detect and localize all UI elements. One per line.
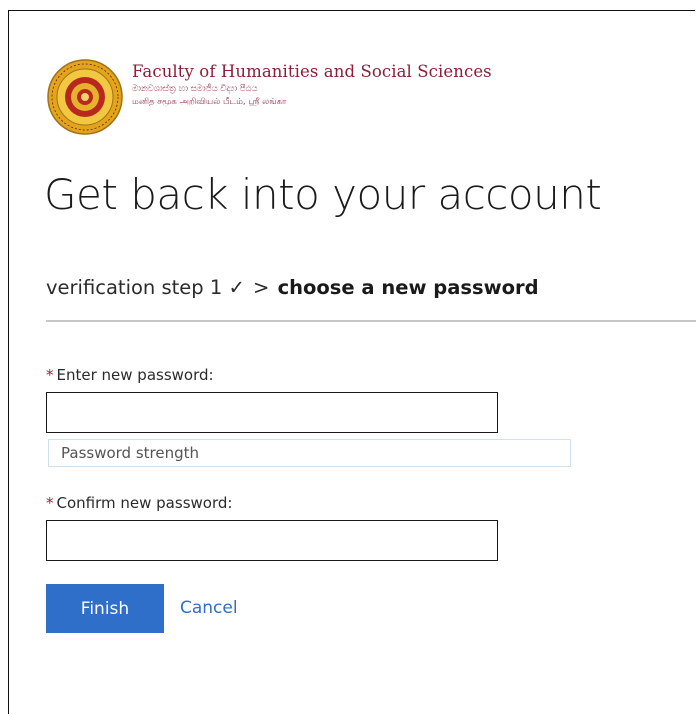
- faculty-name: Faculty of Humanities and Social Science…: [132, 62, 492, 81]
- step-indicator: verification step 1 ✓ > choose a new pas…: [46, 276, 539, 299]
- required-marker: *: [46, 366, 54, 384]
- step-completed: verification step 1 ✓: [46, 276, 245, 299]
- faculty-name-sinhala: මානවශාස්ත්‍ර හා සමාජීය විද්‍යා පීඨය: [132, 84, 258, 94]
- password-strength-indicator: Password strength: [48, 439, 571, 467]
- cancel-link[interactable]: Cancel: [180, 598, 238, 618]
- new-password-input[interactable]: [46, 392, 498, 433]
- faculty-header: Faculty of Humanities and Social Science…: [46, 58, 606, 138]
- confirm-password-input[interactable]: [46, 520, 498, 561]
- section-divider: [46, 320, 696, 322]
- new-password-label-text: Enter new password:: [56, 366, 214, 384]
- faculty-name-tamil: மனித சமூக அறிவியல் பீடம், ஸ்ரீ லங்கா: [132, 97, 287, 107]
- step-separator: >: [253, 276, 270, 299]
- finish-button[interactable]: Finish: [46, 584, 164, 633]
- page-title: Get back into your account: [44, 170, 602, 219]
- step-current: choose a new password: [277, 276, 539, 299]
- university-seal-icon: [47, 59, 123, 135]
- new-password-label: * Enter new password:: [46, 366, 214, 384]
- confirm-password-label-text: Confirm new password:: [56, 494, 233, 512]
- confirm-password-label: * Confirm new password:: [46, 494, 232, 512]
- faculty-brand-text: Faculty of Humanities and Social Science…: [132, 62, 492, 108]
- required-marker: *: [46, 494, 54, 512]
